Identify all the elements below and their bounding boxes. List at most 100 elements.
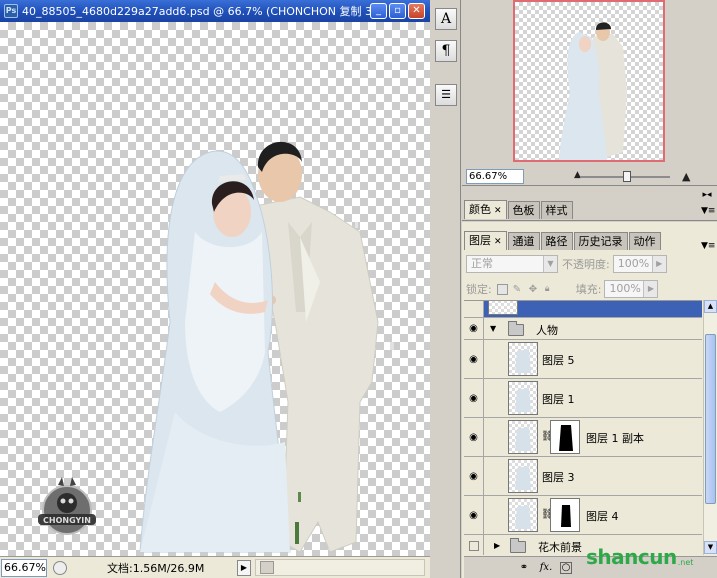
navigator-panel: 66.67% ▲ ▲ bbox=[462, 0, 717, 186]
layer-row[interactable]: ◉ 图层 5 bbox=[464, 340, 702, 379]
chevron-down-icon: ▼ bbox=[543, 256, 557, 272]
notes-icon[interactable]: ☰ bbox=[435, 84, 457, 106]
layer-mask-thumbnail[interactable] bbox=[550, 498, 580, 532]
document-window: Ps 40_88505_4680d229a27add6.psd @ 66.7% … bbox=[0, 0, 430, 578]
layers-vertical-scrollbar[interactable]: ▲ ▼ bbox=[703, 300, 717, 555]
fx-icon[interactable]: fx. bbox=[538, 560, 554, 576]
tab-swatches-label: 色板 bbox=[512, 204, 535, 217]
thumbnail-figure bbox=[515, 388, 531, 412]
opacity-label: 不透明度: bbox=[562, 258, 610, 271]
lock-brush-icon[interactable]: ✎ bbox=[513, 284, 524, 295]
layer-list[interactable]: ◉ ▼ 人物 ◉ 图层 5 ◉ 图层 1 ◉ ⛓ 图层 1 副本 ◉ 图层 3 … bbox=[464, 300, 702, 555]
status-info-icon[interactable] bbox=[53, 560, 67, 575]
tab-layers[interactable]: 图层 ✕ bbox=[464, 231, 507, 250]
thumbnail-figure bbox=[515, 466, 531, 490]
lock-transparency-icon[interactable] bbox=[496, 283, 508, 295]
panel-dock-strip: A ¶ ☰ bbox=[431, 0, 461, 578]
layer-thumbnail bbox=[508, 459, 538, 493]
wedding-couple-image: CHONGYIN bbox=[38, 141, 394, 553]
zoom-out-icon[interactable]: ▲ bbox=[574, 170, 581, 180]
lock-move-icon[interactable]: ✥ bbox=[529, 284, 540, 295]
fill-field[interactable]: 100% ▶ bbox=[604, 280, 659, 298]
layer-group-row[interactable]: ◉ ▼ 人物 bbox=[464, 318, 702, 340]
mask-shape bbox=[559, 425, 573, 451]
character-icon[interactable]: A bbox=[435, 8, 457, 30]
link-icon[interactable]: ⚭ bbox=[516, 560, 532, 576]
image-canvas[interactable]: CHONGYIN bbox=[0, 22, 430, 556]
tab-color-label: 颜色 bbox=[469, 203, 491, 216]
tab-swatches[interactable]: 色板 bbox=[507, 201, 540, 219]
layers-panel-menu-icon[interactable]: ▼≡ bbox=[701, 240, 715, 252]
mask-icon[interactable]: ○ bbox=[560, 561, 572, 574]
slider-knob[interactable] bbox=[623, 171, 631, 182]
document-titlebar[interactable]: Ps 40_88505_4680d229a27add6.psd @ 66.7% … bbox=[0, 0, 430, 22]
navigator-zoom-field[interactable]: 66.67% bbox=[466, 169, 524, 184]
eye-icon[interactable]: ◉ bbox=[464, 496, 484, 534]
document-title: 40_88505_4680d229a27add6.psd @ 66.7% (CH… bbox=[22, 5, 382, 18]
site-watermark: shancun .net bbox=[586, 540, 712, 574]
blend-mode-select[interactable]: 正常 ▼ bbox=[466, 255, 558, 273]
tab-paths[interactable]: 路径 bbox=[540, 232, 573, 250]
layer-row[interactable]: ◉ ⛓ 图层 4 bbox=[464, 496, 702, 535]
thumbnail-figure bbox=[515, 349, 531, 373]
navigator-thumbnail[interactable] bbox=[513, 0, 665, 162]
eye-icon[interactable]: ◉ bbox=[464, 379, 484, 417]
document-info: 文档:1.56M/26.9M bbox=[107, 561, 205, 575]
tab-history[interactable]: 历史记录 bbox=[573, 232, 628, 250]
tab-actions-label: 动作 bbox=[633, 235, 656, 248]
layer-thumbnail bbox=[508, 498, 538, 532]
horizontal-scrollbar[interactable] bbox=[255, 559, 425, 576]
restore-button[interactable]: ▫ bbox=[389, 3, 406, 19]
thumbnail-figure bbox=[515, 427, 531, 451]
expand-triangle-icon[interactable]: ▼ bbox=[490, 324, 496, 333]
minimize-button[interactable]: _ bbox=[370, 3, 387, 19]
eye-icon[interactable]: ◉ bbox=[464, 318, 484, 339]
close-tab-icon[interactable]: ✕ bbox=[494, 237, 502, 247]
lock-row: 锁定: ✎ ✥ 🔒︎ 填充: 100% ▶ bbox=[466, 279, 716, 299]
eye-icon[interactable]: ◉ bbox=[464, 457, 484, 495]
scroll-thumb[interactable] bbox=[260, 561, 274, 574]
tab-actions[interactable]: 动作 bbox=[628, 232, 661, 250]
folder-icon bbox=[510, 538, 526, 553]
scroll-thumb[interactable] bbox=[705, 334, 716, 504]
eye-icon[interactable]: ◉ bbox=[464, 418, 484, 456]
status-menu-arrow-icon[interactable]: ▶ bbox=[237, 559, 251, 576]
layer-mask-thumbnail[interactable] bbox=[550, 420, 580, 454]
layer-name: 图层 5 bbox=[542, 354, 575, 367]
thumbnail-figure bbox=[515, 505, 531, 529]
visibility-toggle[interactable] bbox=[464, 301, 484, 317]
layers-panel: 图层 ✕ 通道 路径 历史记录 动作 ▼≡ 正常 ▼ 不透明度: 100% ▶ 锁定:… bbox=[462, 222, 717, 578]
chevron-right-icon: ▶ bbox=[651, 256, 666, 272]
opacity-field[interactable]: 100% ▶ bbox=[612, 255, 667, 273]
lock-all-icon[interactable]: 🔒︎ bbox=[545, 284, 556, 295]
tab-channels[interactable]: 通道 bbox=[507, 232, 540, 250]
panel-menu-icon[interactable]: ▼≡ bbox=[701, 205, 715, 217]
layer-row-selected[interactable] bbox=[464, 301, 702, 318]
watermark-sub-text: .net bbox=[677, 557, 694, 567]
navigator-zoom-slider[interactable] bbox=[580, 171, 670, 182]
close-tab-icon[interactable]: ✕ bbox=[494, 206, 502, 216]
expand-triangle-icon[interactable]: ▶ bbox=[494, 541, 500, 550]
tab-layers-label: 图层 bbox=[469, 234, 491, 247]
tab-color[interactable]: 颜色 ✕ bbox=[464, 200, 507, 219]
layer-name: 花木前景 bbox=[538, 541, 582, 554]
close-button[interactable]: ✕ bbox=[408, 3, 425, 19]
color-panel-tabs: 颜色 ✕ 色板 样式 bbox=[464, 199, 717, 219]
opacity-value: 100% bbox=[617, 257, 650, 270]
scroll-up-arrow-icon[interactable]: ▲ bbox=[704, 300, 717, 313]
layer-row[interactable]: ◉ 图层 1 bbox=[464, 379, 702, 418]
zoom-in-icon[interactable]: ▲ bbox=[682, 170, 690, 183]
eye-icon[interactable]: ◉ bbox=[464, 340, 484, 378]
link-chain-icon[interactable]: ⛓ bbox=[541, 430, 554, 444]
tab-styles[interactable]: 样式 bbox=[540, 201, 573, 219]
blend-mode-value: 正常 bbox=[471, 257, 493, 270]
layer-name: 图层 4 bbox=[586, 510, 619, 523]
paragraph-icon[interactable]: ¶ bbox=[435, 40, 457, 62]
tab-paths-label: 路径 bbox=[545, 235, 568, 248]
zoom-field[interactable]: 66.67% bbox=[1, 558, 47, 577]
visibility-toggle[interactable] bbox=[464, 535, 484, 555]
layer-row[interactable]: ◉ 图层 3 bbox=[464, 457, 702, 496]
link-chain-icon[interactable]: ⛓ bbox=[541, 508, 554, 522]
folder-icon bbox=[508, 321, 524, 336]
layer-row[interactable]: ◉ ⛓ 图层 1 副本 bbox=[464, 418, 702, 457]
